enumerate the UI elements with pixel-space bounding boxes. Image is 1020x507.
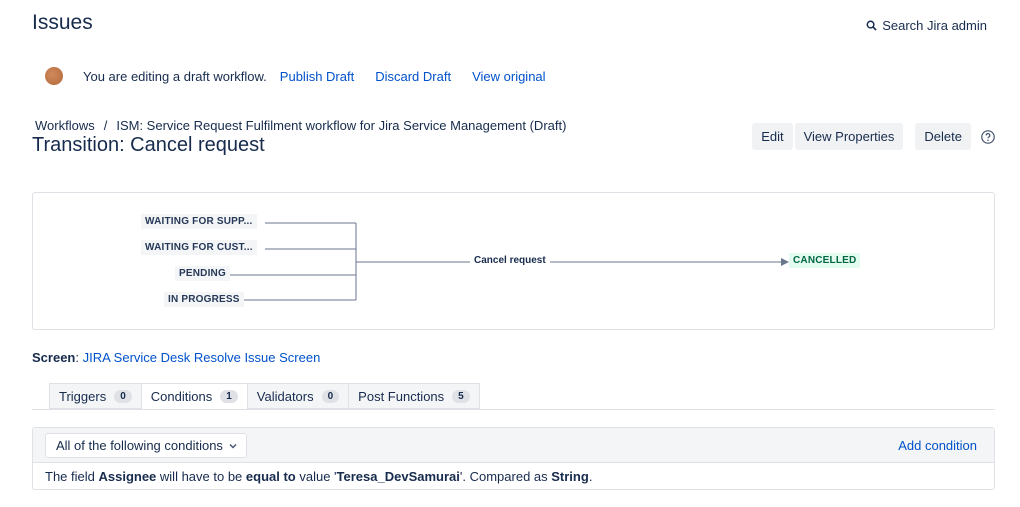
publish-draft-link[interactable]: Publish Draft <box>280 69 354 84</box>
search-jira-admin-link[interactable]: Search Jira admin <box>866 18 987 33</box>
condition-group-select[interactable]: All of the following conditions <box>45 433 247 458</box>
tab-validators[interactable]: Validators 0 <box>246 383 350 409</box>
tab-post-functions[interactable]: Post Functions 5 <box>348 383 480 409</box>
from-status-waiting-for-customer: WAITING FOR CUST... <box>141 240 257 255</box>
from-status-in-progress: IN PROGRESS <box>164 292 244 307</box>
transition-actions: Edit View Properties Delete <box>750 123 995 150</box>
rule-compare-type: String <box>551 469 589 484</box>
tab-label: Triggers <box>59 388 107 404</box>
tab-triggers[interactable]: Triggers 0 <box>49 383 142 409</box>
tabs-divider <box>32 409 995 410</box>
transition-diagram: WAITING FOR SUPP... WAITING FOR CUST... … <box>32 192 995 330</box>
draft-notice-bar: You are editing a draft workflow. Publis… <box>45 67 567 85</box>
search-jira-admin-label: Search Jira admin <box>882 18 987 33</box>
avatar <box>45 67 63 85</box>
chevron-down-icon <box>229 443 237 448</box>
from-status-waiting-for-support: WAITING FOR SUPP... <box>141 214 257 229</box>
page-app-title: Issues <box>32 11 93 34</box>
tab-conditions[interactable]: Conditions 1 <box>140 383 248 410</box>
breadcrumb-separator: / <box>103 118 108 133</box>
rule-text: . <box>588 469 593 484</box>
draft-message: You are editing a draft workflow. <box>83 68 267 84</box>
count-badge: 0 <box>321 389 340 403</box>
condition-group-value: All of the following conditions <box>56 438 223 453</box>
to-status-cancelled: CANCELLED <box>789 253 861 268</box>
rule-operator: equal to <box>245 469 296 484</box>
condition-rule: The field Assignee will have to be equal… <box>33 463 994 490</box>
delete-button[interactable]: Delete <box>915 123 971 150</box>
breadcrumb-current-workflow[interactable]: ISM: Service Request Fulfilment workflow… <box>116 118 566 133</box>
view-original-link[interactable]: View original <box>472 69 545 84</box>
transition-name-label: Cancel request <box>470 255 550 266</box>
screen-label: Screen <box>32 350 76 365</box>
tab-label: Conditions <box>150 389 213 404</box>
count-badge: 1 <box>220 390 238 403</box>
rule-text: '. Compared as <box>459 469 552 484</box>
from-status-pending: PENDING <box>175 266 230 281</box>
conditions-header: All of the following conditions Add cond… <box>33 428 994 463</box>
help-icon[interactable] <box>981 129 995 144</box>
rule-field: Assignee <box>98 469 157 484</box>
page-title: Transition: Cancel request <box>32 134 265 156</box>
count-badge: 5 <box>452 389 470 403</box>
edit-button[interactable]: Edit <box>752 123 793 150</box>
rule-text: will have to be <box>156 469 246 484</box>
screen-link[interactable]: JIRA Service Desk Resolve Issue Screen <box>83 350 321 365</box>
tab-label: Validators <box>256 388 314 404</box>
rule-text: value ' <box>295 469 337 484</box>
view-properties-button[interactable]: View Properties <box>794 123 904 150</box>
rule-text: The field <box>45 469 99 484</box>
breadcrumb-workflows[interactable]: Workflows <box>35 118 95 133</box>
count-badge: 0 <box>114 389 132 403</box>
rule-value: Teresa_DevSamurai <box>336 469 460 484</box>
discard-draft-link[interactable]: Discard Draft <box>375 69 451 84</box>
search-icon <box>866 20 877 31</box>
tab-label: Post Functions <box>358 388 445 404</box>
transition-tabs: Triggers 0 Conditions 1 Validators 0 Pos… <box>49 383 480 410</box>
add-condition-link[interactable]: Add condition <box>898 438 977 453</box>
conditions-panel: All of the following conditions Add cond… <box>32 427 995 490</box>
transition-screen: Screen: JIRA Service Desk Resolve Issue … <box>32 350 321 365</box>
breadcrumb: Workflows / ISM: Service Request Fulfilm… <box>35 118 566 133</box>
